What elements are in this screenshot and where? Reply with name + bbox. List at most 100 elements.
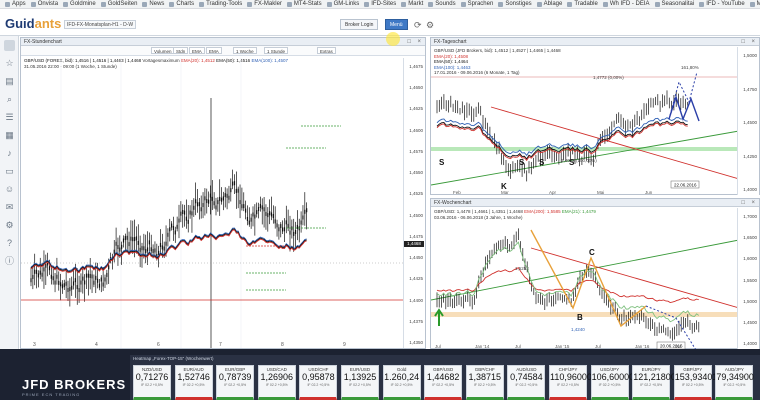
candle-body — [230, 188, 232, 193]
mail-icon[interactable]: ✉ — [4, 202, 15, 213]
close-icon[interactable]: × — [751, 199, 755, 207]
hourly-price-chart[interactable]: 3 4 6 7 8 9 — [21, 58, 403, 348]
info-icon[interactable]: ⓘ — [4, 256, 15, 267]
daily-price-chart[interactable]: S S S SK161,80%1,4772 (0,00%)1,4022 (100,00… — [431, 47, 739, 195]
heatmap-tile[interactable]: EUR/GBP 0,78739 IF 02.2 +0,5% — [216, 365, 255, 400]
candle-body — [115, 241, 117, 246]
timeframe-range-select[interactable]: 1 Woche — [233, 47, 257, 54]
bookmark-item[interactable]: Sonstiges — [498, 1, 532, 7]
heatmap-tile[interactable]: CHF/JPY 110,96000 IF 02.2 +0,5% — [549, 365, 592, 400]
list-icon[interactable]: ☰ — [4, 112, 15, 123]
bookmark-item[interactable]: GoldSeiten — [100, 1, 137, 7]
bookmark-item[interactable]: Markt — [401, 1, 423, 7]
close-icon[interactable]: × — [751, 38, 755, 46]
candle-body — [50, 274, 52, 279]
bookmark-item[interactable]: Sprachen — [460, 1, 493, 7]
candle-body — [189, 210, 191, 215]
user-icon[interactable]: ☺ — [4, 184, 15, 195]
bookmark-item[interactable]: Wh IFD - DEIA — [602, 1, 650, 7]
refresh-icon[interactable]: ⟳ — [414, 21, 422, 30]
logo[interactable]: Guidants — [5, 16, 61, 31]
bookmark-item[interactable]: Tradable — [567, 1, 598, 7]
hourly-chart-toolbar: Volumen Stdn EMA EMA 1 Woche 1 Stunde Ex… — [21, 46, 425, 56]
heatmap-tile[interactable]: GBP/JPY 153,93401 IF 02.2 +0,5% — [673, 365, 717, 400]
folder-icon — [654, 1, 660, 7]
tool-volume[interactable]: Volumen — [151, 47, 175, 54]
heatmap-tile[interactable]: NZD/USD 0,71276 IF 02.2 +0,5% — [133, 365, 171, 400]
folder-icon — [498, 1, 504, 7]
projection-dashed — [668, 71, 698, 120]
tool-ema-2[interactable]: EMA — [206, 47, 222, 54]
broker-login-button[interactable]: Broker Login — [340, 19, 379, 30]
weekly-price-chart[interactable]: CB1,42401,525320.06.2016Jul Jan '14 Jul Jan… — [431, 208, 739, 349]
tool-ema-1[interactable]: EMA — [189, 47, 205, 54]
settings-icon[interactable]: ⚙ — [4, 220, 15, 231]
hourly-y-axis: 1,4675 1,4650 1,4625 1,4600 1,4575 1,4550 1,45… — [403, 58, 425, 348]
b-value-label: 1,4240 — [571, 327, 585, 332]
candle-body — [80, 280, 82, 285]
heatmap-tile[interactable]: EUR/USD 1,13925 IF 02.2 +0,5% — [341, 365, 379, 400]
page-tab[interactable]: IFD-FX-Monatsplan-H1 - D-W — [64, 20, 137, 29]
tile-sub: IF 02.2 +0,5% — [598, 383, 621, 387]
tool-extras[interactable]: Extras — [317, 47, 336, 54]
bell-icon[interactable]: ♪ — [4, 148, 15, 159]
gear-icon[interactable]: ⚙ — [426, 21, 434, 30]
candle-body — [202, 203, 204, 208]
jfd-brokers-logo: JFD BROKERS PRIME ECN TRADING — [22, 377, 126, 397]
bookmark-item[interactable]: Onvista — [30, 1, 58, 7]
heatmap-tile[interactable]: EUR/AUD 1,52746 IF 02.2 +0,5% — [174, 365, 213, 400]
x-tick-label: 4 — [95, 342, 98, 348]
bookmark-item[interactable]: Apps — [5, 1, 26, 7]
heatmap-tile[interactable]: EUR/JPY 121,21800 IF 02.2 +0,5% — [632, 365, 676, 400]
bookmark-item[interactable]: Medien - mycom — [749, 1, 760, 7]
bookmark-item[interactable]: IFD-Sites — [364, 1, 396, 7]
heatmap-tile[interactable]: AUD/USD 0,74584 IF 02.2 +0,5% — [507, 365, 546, 400]
candle-body — [187, 219, 189, 224]
bookmark-item[interactable]: Sounds — [428, 1, 456, 7]
y-tick-label: 1,4550 — [409, 170, 423, 176]
maximize-icon[interactable]: □ — [407, 38, 411, 46]
heatmap-tile[interactable]: GBP/USD 1,44682 IF 02.2 +0,5% — [424, 365, 463, 400]
heatmap-tile[interactable]: AUD/JPY 79,34900 IF 02.2 +0,5% — [715, 365, 754, 400]
bookmark-item[interactable]: MT4-Stats — [286, 1, 322, 7]
bookmark-item[interactable]: Ablage — [536, 1, 562, 7]
bookmark-item[interactable]: FX-Makler — [247, 1, 282, 7]
heatmap-tile[interactable]: USD/JPY 106,60000 IF 02.2 +0,5% — [590, 365, 634, 400]
candle-body — [43, 267, 45, 272]
heatmap-tile[interactable]: GBP/CHF 1,38715 IF 02.2 +0,5% — [465, 365, 504, 400]
heatmap-tile[interactable]: USD/CAD 1,26906 IF 02.2 +0,5% — [257, 365, 296, 400]
bookmark-label: GM-Links — [333, 1, 360, 7]
menu-button[interactable]: Menü — [385, 19, 408, 30]
bookmark-item[interactable]: IFD - YouTube — [699, 1, 745, 7]
bookmark-label: IFD - YouTube — [706, 1, 745, 7]
candle-body — [60, 282, 62, 287]
bookmark-item[interactable]: Trading-Tools — [199, 1, 242, 7]
avatar[interactable] — [4, 40, 15, 51]
timeframe-interval-select[interactable]: 1 Stunde — [264, 47, 289, 54]
candle-body — [172, 226, 175, 231]
folder-icon — [602, 1, 608, 7]
heatmap-tile[interactable]: Gold 1.260,24 IF 02.2 +0,5% — [382, 365, 421, 400]
y-tick-label: 1,4500 — [743, 319, 757, 325]
heatmap-tile[interactable]: USD/CHF 0,95878 IF 02.2 +0,5% — [299, 365, 338, 400]
bookmark-item[interactable]: Seasonalitai — [654, 1, 694, 7]
tile-sub: IF 02.2 +0,5% — [681, 383, 704, 387]
bookmark-item[interactable]: Charts — [169, 1, 194, 7]
calendar-icon[interactable]: ▦ — [4, 130, 15, 141]
tool-stdn[interactable]: Stdn — [173, 47, 189, 54]
candle-body — [280, 224, 282, 229]
maximize-icon[interactable]: □ — [741, 199, 745, 207]
help-icon[interactable]: ? — [4, 238, 15, 249]
maximize-icon[interactable]: □ — [741, 38, 745, 46]
bookmark-item[interactable]: Goldmine — [63, 1, 96, 7]
folder-icon[interactable]: ▭ — [4, 166, 15, 177]
bookmark-item[interactable]: GM-Links — [326, 1, 360, 7]
close-icon[interactable]: × — [417, 38, 421, 46]
bookmark-item[interactable]: News — [142, 1, 164, 7]
star-icon[interactable]: ☆ — [4, 58, 15, 69]
chart-icon[interactable]: ▤ — [4, 76, 15, 87]
y-tick-label: 1,4000 — [743, 187, 757, 192]
search-icon[interactable]: ⌕ — [4, 94, 15, 105]
tile-value: 1,26906 — [260, 372, 294, 382]
candle-body — [285, 220, 287, 225]
